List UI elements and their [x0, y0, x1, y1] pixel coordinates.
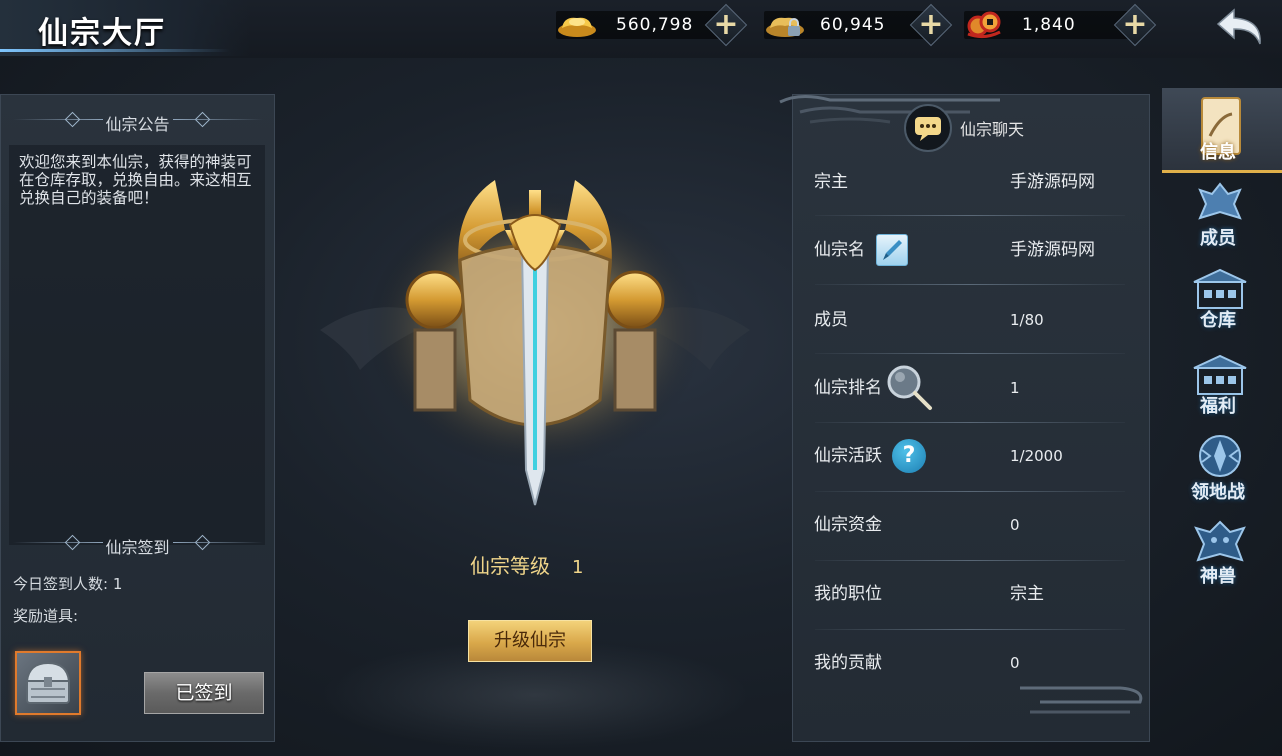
info-row-members: 成员 1/80 [814, 302, 1114, 342]
divine-beast-icon [1194, 520, 1246, 562]
row-divider [815, 560, 1125, 561]
currency-locked-gold: 60,945 [764, 8, 934, 42]
sect-level-value: 1 [572, 557, 584, 578]
copper-coin-icon [967, 11, 1001, 39]
info-key: 宗主 [814, 172, 848, 192]
info-key: 仙宗资金 [814, 515, 882, 535]
chat-bubble-icon [904, 104, 952, 152]
row-divider [815, 629, 1125, 630]
plus-icon: + [918, 7, 944, 42]
tab-welfare[interactable]: 福利 [1162, 350, 1282, 432]
back-arrow-icon[interactable] [1212, 4, 1274, 52]
currency-copper-value: 1,840 [1022, 15, 1076, 35]
tab-divine-beast-label: 神兽 [1200, 566, 1236, 587]
treasure-chest-icon [25, 661, 71, 704]
reward-label: 奖励道具: [13, 607, 79, 625]
plus-icon: + [713, 7, 739, 42]
info-value: 手游源码网 [1010, 172, 1095, 192]
info-row-rank: 仙宗排名 1 [814, 370, 1114, 410]
info-value: 0 [1010, 654, 1020, 672]
info-value: 1/2000 [1010, 447, 1063, 465]
territory-war-icon [1199, 435, 1241, 477]
row-divider [815, 353, 1125, 354]
row-divider [815, 491, 1125, 492]
gold-ingot-icon [558, 17, 596, 37]
info-value: 宗主 [1010, 584, 1044, 604]
edit-name-button[interactable] [876, 234, 908, 266]
notice-box: 欢迎您来到本仙宗，获得的神装可在仓库存取，兑换自由。来这相互兑换自己的装备吧！ [9, 145, 265, 545]
info-key: 仙宗名 [814, 240, 865, 260]
info-value: 1 [1010, 379, 1020, 397]
chat-label: 仙宗聊天 [960, 120, 1025, 139]
sect-emblem-icon [320, 180, 750, 506]
sect-level-row: 仙宗等级 1 [470, 550, 583, 579]
upgrade-sect-button[interactable]: 升级仙宗 [468, 620, 592, 662]
info-row-position: 我的职位 宗主 [814, 576, 1114, 616]
today-signins: 今日签到人数: 1 [13, 575, 123, 593]
row-divider [815, 215, 1125, 216]
info-key: 仙宗排名 [814, 378, 882, 398]
info-value: 1/80 [1010, 311, 1044, 329]
tab-members[interactable]: 成员 [1162, 180, 1282, 262]
info-row-leader: 宗主 手游源码网 [814, 164, 1114, 204]
sign-title: 仙宗签到 [105, 538, 170, 557]
tab-warehouse-label: 仓库 [1200, 310, 1236, 331]
tab-warehouse[interactable]: 仓库 [1162, 264, 1282, 346]
left-panel: 仙宗公告 欢迎您来到本仙宗，获得的神装可在仓库存取，兑换自由。来这相互兑换自己的… [0, 94, 275, 742]
info-row-sect-name: 仙宗名 手游源码网 [814, 232, 1114, 272]
info-value: 手游源码网 [1010, 240, 1095, 260]
info-value: 0 [1010, 516, 1020, 534]
tab-members-label: 成员 [1200, 228, 1236, 249]
tab-territory-war-label: 领地战 [1191, 482, 1245, 503]
sect-level-label: 仙宗等级 [470, 554, 550, 578]
brush-icon [883, 240, 902, 260]
tab-info-label: 信息 [1200, 142, 1236, 163]
help-icon[interactable]: ? [892, 439, 926, 473]
notice-title: 仙宗公告 [105, 115, 170, 134]
tab-divine-beast[interactable]: 神兽 [1162, 518, 1282, 600]
tab-welfare-label: 福利 [1200, 396, 1236, 417]
locked-ingot-icon [766, 17, 804, 37]
notice-header: 仙宗公告 [1, 105, 274, 135]
title-banner: 仙宗大厅 [0, 0, 250, 56]
page-title: 仙宗大厅 [38, 16, 166, 51]
signed-button[interactable]: 已签到 [144, 672, 264, 714]
info-key: 仙宗活跃 [814, 446, 882, 466]
row-divider [815, 422, 1125, 423]
info-row-activity: 仙宗活跃 1/2000 [814, 438, 1114, 478]
notice-text: 欢迎您来到本仙宗，获得的神装可在仓库存取，兑换自由。来这相互兑换自己的装备吧！ [19, 153, 252, 207]
sect-chat-button[interactable]: 仙宗聊天 [904, 104, 1025, 152]
currency-copper: 1,840 [964, 8, 1134, 42]
info-row-contribution: 我的贡献 0 [814, 645, 1114, 685]
plus-icon: + [1122, 7, 1148, 42]
currency-locked-gold-value: 60,945 [820, 15, 886, 35]
currency-gold: 560,798 [556, 8, 726, 42]
currency-gold-value: 560,798 [616, 15, 694, 35]
magnifier-icon[interactable] [884, 362, 936, 414]
tab-info[interactable]: 信息 [1162, 88, 1282, 173]
reward-item-slot[interactable] [15, 651, 81, 715]
info-key: 我的贡献 [814, 653, 882, 673]
info-row-funds: 仙宗资金 0 [814, 507, 1114, 547]
info-key: 成员 [814, 310, 848, 330]
info-key: 我的职位 [814, 584, 882, 604]
top-bar: 仙宗大厅 560,798 + 60,945 + 1,840 + [0, 0, 1282, 58]
row-divider [815, 284, 1125, 285]
sign-header: 仙宗签到 [1, 528, 274, 558]
tab-territory-war[interactable]: 领地战 [1162, 432, 1282, 514]
members-icon [1198, 182, 1242, 220]
